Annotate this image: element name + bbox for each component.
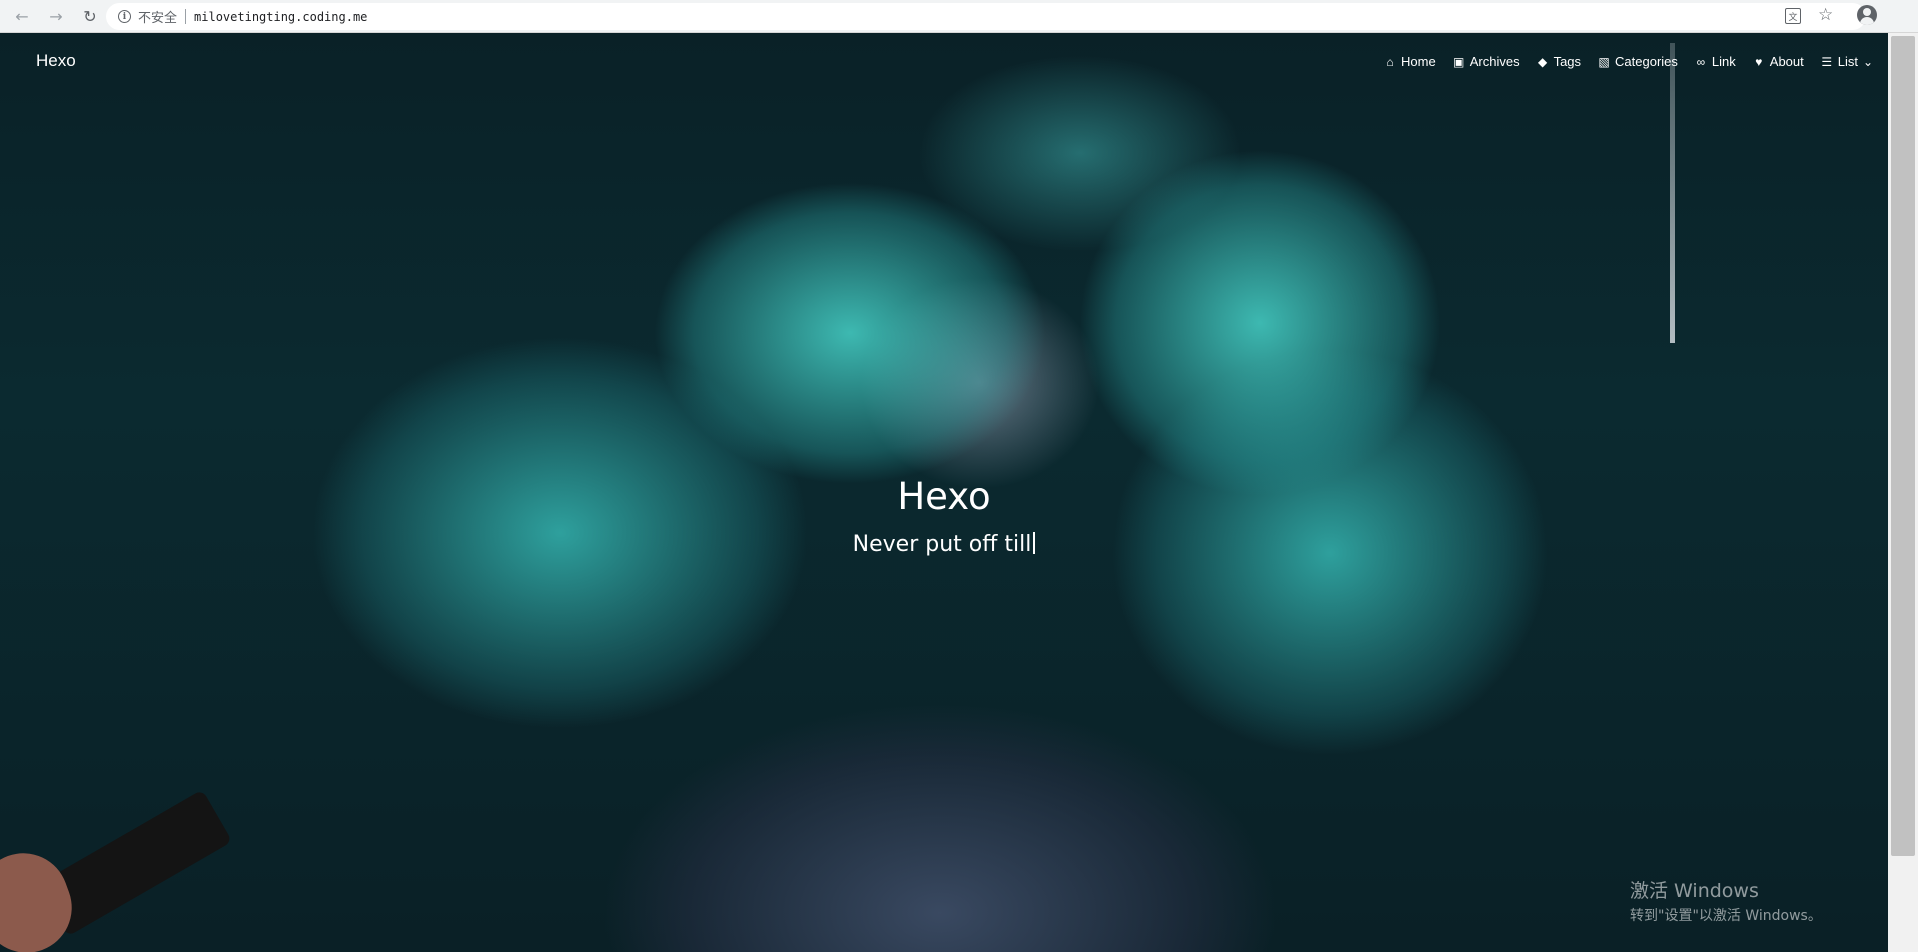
account-icon[interactable]: [1857, 5, 1877, 25]
arrow-left-icon: ←: [15, 6, 29, 26]
nav-home-label: Home: [1401, 54, 1436, 69]
activation-hint: 转到"设置"以激活 Windows。: [1630, 908, 1822, 924]
list-icon: ☰: [1821, 54, 1833, 69]
nav-link-label: Link: [1711, 54, 1736, 69]
nav-about-label: About: [1769, 54, 1804, 69]
reload-icon: ↻: [83, 6, 97, 26]
nav-list-label: List: [1837, 54, 1858, 69]
tags-icon: ◆: [1537, 54, 1548, 69]
translate-icon[interactable]: 文: [1785, 8, 1801, 24]
activation-title: 激活 Windows: [1630, 880, 1759, 902]
reload-button[interactable]: ↻: [78, 4, 102, 28]
nav-archives[interactable]: ▣ Archives: [1453, 54, 1520, 69]
chevron-down-icon: ⌄: [1862, 54, 1874, 69]
address-bar[interactable]: i 不安全 milovetingting.coding.me: [106, 3, 1866, 30]
info-icon[interactable]: i: [118, 10, 131, 23]
folder-open-icon: ▧: [1598, 54, 1610, 69]
typing-cursor: [1033, 532, 1036, 554]
site-brand[interactable]: Hexo: [36, 51, 76, 71]
browser-toolbar: ← → ↻ i 不安全 milovetingting.coding.me 文 ☆: [0, 0, 1918, 33]
archive-icon: ▣: [1453, 54, 1465, 69]
nav-link[interactable]: ∞ Link: [1695, 54, 1736, 69]
hero-background: Hexo ⌂ Home ▣ Archives ◆ Tags ▧ Categori…: [0, 33, 1888, 952]
nav-archives-label: Archives: [1469, 54, 1520, 69]
nav-categories-label: Categories: [1615, 54, 1678, 69]
arrow-right-icon: →: [49, 6, 63, 26]
nav-about[interactable]: ♥ About: [1753, 54, 1804, 69]
security-label[interactable]: 不安全: [138, 7, 177, 26]
home-icon: ⌂: [1386, 54, 1394, 69]
hero-title: Hexo: [897, 475, 991, 518]
nav-tags[interactable]: ◆ Tags: [1537, 54, 1581, 69]
windows-activation-watermark: 激活 Windows 转到"设置"以激活 Windows。: [1630, 876, 1822, 925]
nav-home[interactable]: ⌂ Home: [1384, 54, 1436, 69]
main-nav: ⌂ Home ▣ Archives ◆ Tags ▧ Categories ∞ …: [1367, 54, 1874, 69]
nav-list[interactable]: ☰ List ⌄: [1821, 54, 1874, 69]
forward-button[interactable]: →: [44, 4, 68, 28]
scrollbar-thumb[interactable]: [1891, 36, 1915, 856]
heart-icon: ♥: [1755, 54, 1763, 69]
hero-subtitle-text: Never put off till: [852, 532, 1032, 557]
divider: [185, 9, 187, 24]
hero-subtitle: Never put off till: [0, 532, 1888, 557]
background-pole: [1670, 43, 1675, 343]
url-text[interactable]: milovetingting.coding.me: [194, 10, 367, 24]
nav-categories[interactable]: ▧ Categories: [1598, 54, 1678, 69]
back-button[interactable]: ←: [10, 4, 34, 28]
star-icon[interactable]: ☆: [1818, 5, 1833, 25]
nav-tags-label: Tags: [1553, 54, 1582, 69]
link-icon: ∞: [1696, 54, 1706, 69]
